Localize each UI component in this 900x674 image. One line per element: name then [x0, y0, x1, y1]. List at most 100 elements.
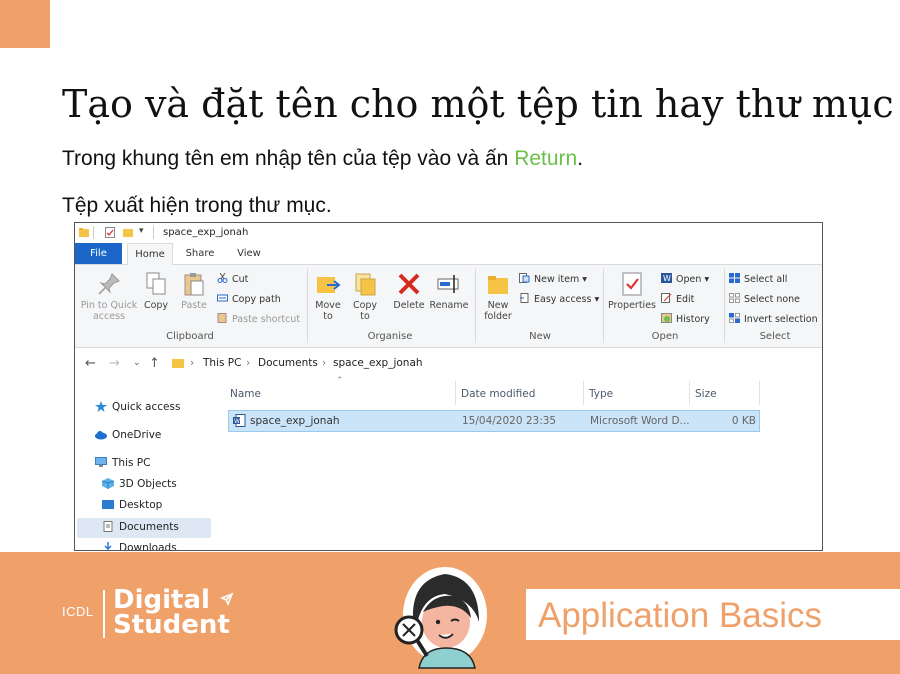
- download-icon: [104, 542, 112, 550]
- copy-to-button[interactable]: Copy to: [348, 271, 382, 322]
- invert-selection-button[interactable]: Invert selection: [729, 313, 818, 325]
- window-title: space_exp_jonah: [163, 227, 249, 238]
- svg-text:W: W: [234, 418, 240, 425]
- delete-icon: [398, 273, 420, 295]
- pin-quick-access-button[interactable]: Pin to Quick access: [78, 271, 140, 322]
- paste-button[interactable]: Paste: [177, 271, 211, 311]
- column-header-date[interactable]: Date modified: [461, 388, 535, 400]
- back-arrow-icon[interactable]: ←: [85, 356, 96, 371]
- cut-label: Cut: [232, 274, 249, 285]
- new-item-label: New item: [534, 274, 580, 285]
- nav-item-3d-objects[interactable]: 3D Objects: [102, 478, 177, 490]
- breadcrumb-separator: ›: [246, 357, 251, 369]
- navigation-pane: Quick access OneDrive This PC 3D Objects…: [75, 378, 215, 550]
- recent-locations-icon[interactable]: ⌄: [133, 358, 141, 368]
- return-key-text: Return: [514, 147, 578, 170]
- scissors-icon: [217, 273, 228, 283]
- properties-label: Properties: [607, 300, 656, 311]
- breadcrumb-documents[interactable]: Documents: [258, 357, 318, 369]
- copy-button[interactable]: Copy: [141, 271, 171, 311]
- tab-home[interactable]: Home: [127, 243, 173, 265]
- move-to-label: Move to: [315, 300, 341, 322]
- new-folder-quick-icon[interactable]: [123, 227, 133, 238]
- nav-label: OneDrive: [112, 429, 162, 441]
- logo-divider: [103, 590, 105, 638]
- nav-item-documents[interactable]: Documents: [102, 521, 179, 533]
- paste-icon: [184, 273, 204, 296]
- tab-share[interactable]: Share: [178, 243, 222, 264]
- column-divider[interactable]: [689, 381, 690, 405]
- paste-shortcut-icon: [217, 313, 227, 323]
- forward-arrow-icon[interactable]: →: [109, 356, 120, 371]
- column-divider[interactable]: [759, 381, 760, 405]
- ribbon-divider: [724, 269, 725, 343]
- select-all-label: Select all: [744, 274, 788, 285]
- up-arrow-icon[interactable]: ↑: [149, 356, 160, 371]
- file-row[interactable]: W space_exp_jonah 15/04/2020 23:35 Micro…: [228, 410, 760, 432]
- delete-label: Delete: [393, 300, 425, 311]
- folder-icon: [79, 228, 89, 237]
- history-label: History: [676, 314, 710, 325]
- column-divider[interactable]: [455, 381, 456, 405]
- easy-access-label: Easy access: [534, 294, 592, 305]
- column-header-name[interactable]: Name: [230, 388, 261, 400]
- file-list: ⌃ Name Date modified Type Size W space_e…: [225, 376, 822, 550]
- invert-selection-icon: [729, 313, 740, 323]
- file-size: 0 KB: [731, 415, 756, 427]
- computer-icon: [95, 457, 107, 467]
- new-item-icon: [519, 273, 530, 283]
- star-icon: [95, 401, 107, 412]
- paste-shortcut-label: Paste shortcut: [232, 314, 301, 325]
- move-to-button[interactable]: Move to: [311, 271, 345, 322]
- rename-button[interactable]: Rename: [429, 271, 469, 311]
- history-icon: [661, 313, 672, 323]
- customize-toolbar-icon[interactable]: ▾: [139, 226, 144, 236]
- instruction-period: .: [577, 147, 584, 170]
- paste-label: Paste: [181, 300, 207, 311]
- properties-button[interactable]: Properties: [607, 271, 657, 311]
- easy-access-icon: [520, 293, 529, 303]
- tab-file[interactable]: File: [75, 243, 122, 264]
- tab-view[interactable]: View: [227, 243, 271, 264]
- breadcrumb-folder[interactable]: space_exp_jonah: [333, 357, 423, 369]
- desktop-icon: [102, 500, 114, 509]
- cut-button[interactable]: Cut: [217, 273, 248, 285]
- instruction-text: Trong khung tên em nhập tên của tệp vào …: [62, 147, 515, 170]
- select-all-button[interactable]: Select all: [729, 273, 787, 285]
- easy-access-button[interactable]: Easy access ▾: [519, 293, 599, 305]
- edit-button[interactable]: Edit: [661, 293, 694, 305]
- history-button[interactable]: History: [661, 313, 710, 325]
- group-label-select: Select: [759, 331, 791, 342]
- nav-item-quick-access[interactable]: Quick access: [95, 401, 180, 413]
- address-bar[interactable]: › This PC › Documents › space_exp_jonah: [170, 352, 815, 374]
- copy-to-icon: [355, 273, 376, 296]
- column-header-size[interactable]: Size: [695, 388, 717, 400]
- new-folder-button[interactable]: New folder: [479, 271, 517, 322]
- svg-text:W: W: [663, 274, 671, 283]
- copy-path-icon: [217, 294, 228, 302]
- result-line: Tệp xuất hiện trong thư mục.: [62, 194, 332, 217]
- column-divider[interactable]: [583, 381, 584, 405]
- paste-shortcut-button[interactable]: Paste shortcut: [217, 313, 300, 325]
- open-button[interactable]: W Open ▾: [661, 273, 709, 285]
- icdl-logo-text: ICDL: [62, 604, 94, 619]
- breadcrumb-separator: ›: [190, 357, 195, 369]
- slide-title: Tạo và đặt tên cho một tệp tin hay thư m…: [62, 82, 894, 126]
- nav-label: 3D Objects: [119, 478, 177, 490]
- column-header-type[interactable]: Type: [589, 388, 613, 400]
- nav-label: This PC: [112, 457, 151, 469]
- select-none-button[interactable]: Select none: [729, 293, 800, 305]
- nav-item-this-pc[interactable]: This PC: [95, 457, 150, 469]
- nav-item-onedrive[interactable]: OneDrive: [95, 429, 161, 441]
- new-item-button[interactable]: New item ▾: [519, 273, 587, 285]
- breadcrumb-separator: ›: [322, 357, 327, 369]
- copy-path-button[interactable]: Copy path: [217, 293, 281, 305]
- breadcrumb-this-pc[interactable]: This PC: [203, 357, 241, 369]
- delete-button[interactable]: Delete: [391, 271, 427, 311]
- course-title: Application Basics: [538, 596, 823, 635]
- ribbon-divider: [475, 269, 476, 343]
- properties-quick-icon[interactable]: [105, 227, 115, 238]
- document-icon: [103, 521, 113, 532]
- nav-item-desktop[interactable]: Desktop: [102, 499, 162, 511]
- nav-item-downloads[interactable]: Downloads: [102, 542, 177, 550]
